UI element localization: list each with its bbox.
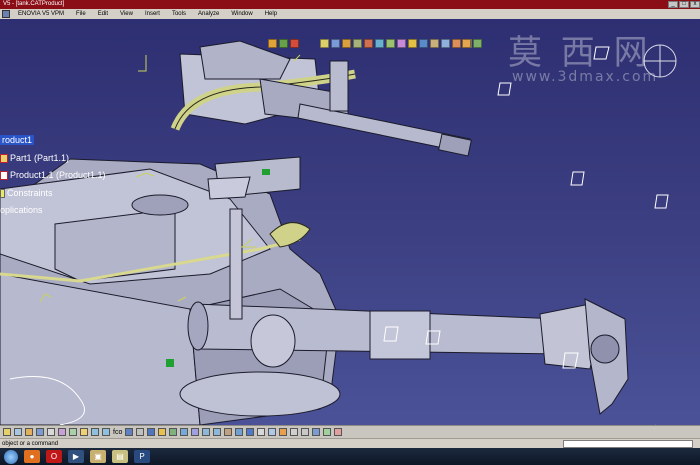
tree-root-product1[interactable]: roduct1: [0, 135, 35, 145]
constraints-icon: [0, 189, 5, 199]
fly-mode-icon[interactable]: [268, 39, 277, 48]
measure-icon[interactable]: [462, 39, 471, 48]
maximize-button[interactable]: □: [679, 1, 689, 8]
zoom-out-icon[interactable]: [213, 428, 222, 436]
minimize-button[interactable]: _: [668, 1, 678, 8]
grid-icon[interactable]: [136, 428, 145, 436]
hide-icon[interactable]: [257, 428, 266, 436]
fit-icon[interactable]: [169, 428, 178, 436]
start-button[interactable]: [4, 449, 18, 464]
swap-icon[interactable]: [268, 428, 277, 436]
clash-icon[interactable]: [473, 39, 482, 48]
menu-insert[interactable]: Insert: [139, 11, 166, 17]
tree-item-part1[interactable]: Part1 (Part1.1): [0, 153, 70, 164]
render-icon[interactable]: [147, 428, 156, 436]
update-icon[interactable]: [452, 39, 461, 48]
menu-enovia[interactable]: ENOVIA V5 VPM: [12, 11, 70, 17]
menu-window[interactable]: Window: [225, 11, 258, 17]
iso-view-icon[interactable]: [235, 428, 244, 436]
measure-toolbar: [462, 39, 482, 51]
snap-icon[interactable]: [364, 39, 373, 48]
paste-icon[interactable]: [80, 428, 88, 436]
menu-view[interactable]: View: [114, 11, 139, 17]
angle-icon[interactable]: [441, 39, 450, 48]
close-button[interactable]: x: [690, 1, 700, 8]
title-bar: V5 - [tank.CATProduct] _ □ x: [0, 0, 700, 9]
tree-item-product1-1[interactable]: Product1.1 (Product1.1): [0, 170, 106, 181]
zoom-in-icon[interactable]: [202, 428, 211, 436]
assembly-toolbar: [320, 39, 472, 51]
catalog-icon[interactable]: [125, 428, 134, 436]
product-icon[interactable]: [331, 39, 340, 48]
opera-icon[interactable]: O: [46, 450, 62, 463]
menu-file[interactable]: File: [70, 11, 92, 17]
explode-icon[interactable]: [375, 39, 384, 48]
print-icon[interactable]: [47, 428, 55, 436]
tools-icon[interactable]: [334, 428, 343, 436]
menu-edit[interactable]: Edit: [92, 11, 114, 17]
windows-media-icon[interactable]: ▶: [68, 450, 84, 463]
explorer-icon[interactable]: ▤: [112, 450, 128, 463]
tree-item-applications[interactable]: oplications: [0, 205, 43, 215]
contact-icon[interactable]: [419, 39, 428, 48]
constraint-icon[interactable]: [386, 39, 395, 48]
coincidence-icon[interactable]: [408, 39, 417, 48]
hide-show-icon[interactable]: [290, 39, 299, 48]
catia-icon[interactable]: ▣: [90, 450, 106, 463]
light-icon[interactable]: [158, 428, 167, 436]
tree-item-label: Product1.1 (Product1.1): [10, 170, 106, 180]
graph-icon[interactable]: [312, 428, 321, 436]
fix-icon[interactable]: [397, 39, 406, 48]
normal-view-icon[interactable]: [224, 428, 233, 436]
properties-icon[interactable]: [301, 428, 310, 436]
cone-icon[interactable]: [279, 428, 288, 436]
watermark-logo: 莫 西 网: [508, 33, 652, 73]
offset-icon[interactable]: [430, 39, 439, 48]
redo-icon[interactable]: [102, 428, 110, 436]
save-icon[interactable]: [36, 428, 44, 436]
fco-label[interactable]: fco: [113, 429, 122, 436]
move-icon[interactable]: [353, 39, 362, 48]
undo-icon[interactable]: [91, 428, 99, 436]
window-title: V5 - [tank.CATProduct]: [3, 1, 65, 7]
product-icon: [0, 171, 8, 181]
fit-all-icon[interactable]: [279, 39, 288, 48]
shading-icon[interactable]: [246, 428, 255, 436]
bottom-toolbar: fco: [0, 425, 700, 438]
copy-icon[interactable]: [69, 428, 77, 436]
rotate-icon[interactable]: [191, 428, 200, 436]
existing-component-icon[interactable]: [320, 39, 329, 48]
layer-icon[interactable]: [290, 428, 299, 436]
cut-icon[interactable]: [58, 428, 66, 436]
catia-app-icon[interactable]: [2, 10, 10, 18]
3d-viewport[interactable]: 莫 西 网 www.3dmax.com roduct1 Part1 (Part1…: [0, 19, 700, 425]
view-toolbar: [268, 39, 299, 51]
part-icon: [0, 154, 8, 164]
menu-analyze[interactable]: Analyze: [192, 11, 225, 17]
firefox-icon[interactable]: ●: [24, 450, 40, 463]
open-icon[interactable]: [25, 428, 33, 436]
analysis-icon[interactable]: [323, 428, 332, 436]
command-input[interactable]: [563, 440, 693, 448]
part-icon[interactable]: [342, 39, 351, 48]
select-icon[interactable]: [3, 428, 11, 436]
taskbar: ● O ▶ ▣ ▤ P: [0, 448, 700, 465]
pan-icon[interactable]: [180, 428, 189, 436]
tree-item-label: Constraints: [7, 188, 53, 198]
tree-item-label: Part1 (Part1.1): [10, 153, 70, 163]
menu-help[interactable]: Help: [259, 11, 283, 17]
photoshop-icon[interactable]: P: [134, 450, 150, 463]
menu-tools[interactable]: Tools: [166, 11, 192, 17]
new-icon[interactable]: [14, 428, 22, 436]
tree-item-constraints[interactable]: Constraints: [0, 188, 53, 199]
watermark-url: www.3dmax.com: [512, 69, 659, 85]
